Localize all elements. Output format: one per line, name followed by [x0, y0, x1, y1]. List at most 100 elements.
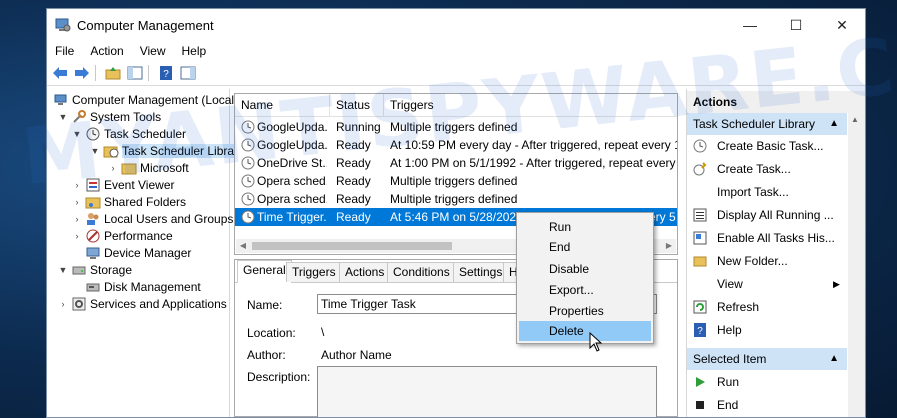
context-disable[interactable]: Disable — [519, 259, 651, 279]
task-row[interactable]: OneDrive St... Ready At 1:00 PM on 5/1/1… — [235, 154, 677, 172]
scroll-thumb[interactable] — [252, 242, 452, 250]
svg-text:?: ? — [697, 326, 703, 337]
services-icon — [71, 297, 87, 311]
task-status: Ready — [336, 156, 371, 170]
location-value: \ — [321, 325, 325, 339]
actions-header: Actions — [687, 91, 865, 113]
task-clock-icon — [241, 156, 255, 170]
maximize-button[interactable]: ☐ — [773, 9, 819, 41]
action-view-submenu[interactable]: View ▶ — [687, 273, 847, 296]
collapse-caret-icon[interactable]: ▲ — [829, 113, 839, 135]
tree-label: Microsoft — [140, 160, 189, 175]
task-clock-icon — [241, 120, 255, 134]
help-icon: ? — [694, 323, 706, 337]
menu-bar: File Action View Help — [47, 41, 865, 61]
scroll-left-icon[interactable]: ◀ — [236, 239, 250, 253]
context-delete[interactable]: Delete — [519, 321, 651, 341]
context-run[interactable]: Run — [519, 217, 651, 237]
tree-item-task-scheduler[interactable]: ▼ Task Scheduler — [71, 125, 187, 142]
toolbar: ? — [47, 61, 865, 86]
task-name: OneDrive St... — [257, 156, 327, 170]
tab-conditions[interactable]: Conditions — [387, 262, 456, 282]
column-triggers[interactable]: Triggers — [384, 94, 677, 116]
menu-action[interactable]: Action — [82, 44, 131, 58]
tree-item-services-applications[interactable]: › Services and Applications — [57, 295, 227, 312]
context-end[interactable]: End — [519, 237, 651, 257]
tree-item-computer-management[interactable]: Computer Management (Local — [51, 91, 234, 108]
expand-arrow-icon[interactable]: › — [71, 231, 83, 241]
action-label: Create Task... — [717, 162, 791, 176]
task-row[interactable]: Opera sched... Ready Multiple triggers d… — [235, 172, 677, 190]
task-clock-icon — [241, 138, 255, 152]
tree-item-event-viewer[interactable]: › Event Viewer — [71, 176, 175, 193]
help-toolbar-button[interactable]: ? — [157, 64, 175, 82]
tree-item-performance[interactable]: › Performance — [71, 227, 173, 244]
expand-arrow-icon[interactable]: › — [71, 180, 83, 190]
action-label: Help — [717, 323, 742, 337]
disk-icon — [85, 280, 101, 294]
tree-item-microsoft[interactable]: › Microsoft — [107, 159, 189, 176]
performance-icon — [85, 229, 101, 243]
task-triggers: At 1:00 PM on 5/1/1992 - After triggered… — [390, 156, 677, 170]
vertical-scrollbar[interactable]: ▲ — [848, 113, 865, 417]
minimize-button[interactable]: — — [727, 9, 773, 41]
column-status[interactable]: Status — [330, 94, 384, 116]
menu-view[interactable]: View — [132, 44, 174, 58]
tree-item-task-scheduler-library[interactable]: ▼ Task Scheduler Libra — [89, 142, 235, 159]
collapse-arrow-icon[interactable]: ▼ — [57, 112, 69, 122]
show-hide-action-pane-button[interactable] — [179, 64, 197, 82]
task-triggers: Multiple triggers defined — [390, 174, 518, 188]
tree-item-system-tools[interactable]: ▼ System Tools — [57, 108, 161, 125]
scroll-right-icon[interactable]: ▶ — [662, 239, 676, 253]
task-clock-icon — [241, 192, 255, 206]
tab-general[interactable]: General — [237, 260, 292, 283]
expand-arrow-icon[interactable]: › — [107, 163, 119, 173]
column-name[interactable]: Name — [235, 94, 330, 116]
tab-triggers[interactable]: Triggers — [286, 262, 342, 282]
task-row[interactable]: GoogleUpda... Running Multiple triggers … — [235, 118, 677, 136]
action-label: Run — [717, 375, 740, 389]
expand-arrow-icon[interactable]: › — [57, 299, 69, 309]
collapse-arrow-icon[interactable]: ▼ — [57, 265, 69, 275]
tab-actions[interactable]: Actions — [339, 262, 391, 282]
context-properties[interactable]: Properties — [519, 301, 651, 321]
context-export[interactable]: Export... — [519, 280, 651, 300]
collapse-arrow-icon[interactable]: ▼ — [71, 129, 83, 139]
action-label: Enable All Tasks His... — [717, 231, 835, 245]
toolbar-separator — [148, 65, 149, 81]
submenu-arrow-icon: ▶ — [833, 279, 840, 289]
scroll-up-icon[interactable]: ▲ — [851, 115, 859, 124]
action-label: Create Basic Task... — [717, 139, 824, 153]
task-status: Ready — [336, 174, 371, 188]
up-folder-button[interactable] — [104, 64, 122, 82]
expand-arrow-icon[interactable]: › — [71, 214, 83, 224]
users-icon — [85, 212, 101, 226]
description-field[interactable] — [317, 366, 657, 417]
expand-arrow-icon[interactable]: › — [71, 197, 83, 207]
task-row[interactable]: GoogleUpda... Ready At 10:59 PM every da… — [235, 136, 677, 154]
forward-button[interactable] — [73, 64, 91, 82]
tree-item-device-manager[interactable]: Device Manager — [83, 244, 191, 261]
collapse-arrow-icon[interactable]: ▼ — [89, 146, 101, 156]
task-name: Opera sched... — [257, 192, 327, 206]
menu-help[interactable]: Help — [174, 44, 215, 58]
action-label: Import Task... — [717, 185, 789, 199]
section-task-scheduler-library[interactable]: Task Scheduler Library ▲ — [687, 113, 847, 135]
show-hide-tree-button[interactable] — [126, 64, 144, 82]
close-button[interactable]: ✕ — [819, 9, 865, 41]
tab-settings[interactable]: Settings — [453, 262, 509, 282]
task-clock-icon — [241, 174, 255, 188]
tree-item-shared-folders[interactable]: › Shared Folders — [71, 193, 187, 210]
tree-item-disk-management[interactable]: Disk Management — [83, 278, 201, 295]
task-triggers: At 5:46 PM on 5/28/2020 — [390, 210, 520, 224]
tree-label: Computer Management (Local — [72, 92, 235, 107]
tree-item-storage[interactable]: ▼ Storage — [57, 261, 133, 278]
section-selected-item[interactable]: Selected Item ▲ — [687, 348, 847, 370]
tree-item-local-users-groups[interactable]: › Local Users and Groups — [71, 210, 234, 227]
collapse-caret-icon[interactable]: ▲ — [829, 348, 839, 370]
tree-label: Task Scheduler — [104, 126, 187, 141]
task-row[interactable]: Opera sched... Ready Multiple triggers d… — [235, 190, 677, 208]
menu-file[interactable]: File — [47, 44, 82, 58]
history-icon — [693, 231, 707, 245]
back-button[interactable] — [51, 64, 69, 82]
